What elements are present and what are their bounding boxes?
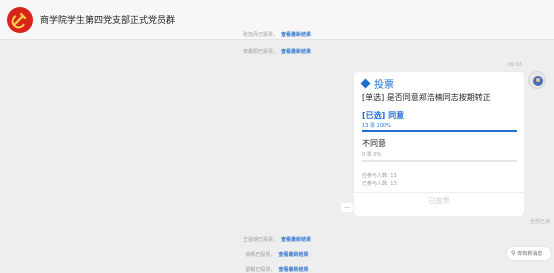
notice-text: 王盈瑞已投票，: [242, 237, 278, 243]
voted-button[interactable]: 已投票: [354, 196, 524, 206]
group-avatar[interactable]: [7, 7, 33, 33]
divider: [354, 192, 524, 193]
poll-option-stat: 0 票 0%: [362, 152, 382, 158]
system-notice: 邵毅已投票， 查看最新结果: [0, 266, 554, 273]
notice-text: 张旭丹已投票，: [242, 32, 278, 38]
poll-option-stat: 13 票 100%: [362, 123, 391, 129]
view-result-link[interactable]: 查看最新结果: [279, 267, 309, 273]
read-status: 全部已读: [529, 219, 550, 225]
new-message-label: 你有新消息: [517, 251, 543, 257]
more-options-button[interactable]: …: [341, 203, 353, 212]
poll-progress-bar: [362, 130, 517, 132]
notice-text: 余帆已投票，: [245, 252, 276, 258]
poll-diamond-icon: [360, 78, 371, 89]
group-title: 商学院学生第四党支部正式党员群: [40, 16, 176, 26]
poll-question: [单选] 是否同意郑浩楠同志按期转正: [362, 93, 491, 102]
system-notice: 王盈瑞已投票， 查看最新结果: [0, 236, 554, 243]
view-result-link[interactable]: 查看最新结果: [281, 237, 311, 243]
poll-card[interactable]: 投票 [单选] 是否同意郑浩楠同志按期转正 [已选] 同意 13 票 100% …: [354, 72, 524, 216]
view-result-link[interactable]: 查看最新结果: [279, 252, 309, 258]
view-result-link[interactable]: 查看最新结果: [281, 49, 311, 55]
system-notice: 余帆已投票， 查看最新结果: [0, 251, 554, 258]
location-pin-icon: ⚲: [511, 250, 516, 257]
poll-heading: 投票: [360, 76, 394, 91]
participated-count: 已参与人数: 13: [362, 181, 397, 187]
poll-option-disagree[interactable]: 不同意: [362, 138, 386, 149]
view-result-link[interactable]: 查看最新结果: [281, 32, 311, 38]
system-notice: 张旭丹已投票， 查看最新结果: [0, 31, 554, 38]
poll-progress-bar: [362, 160, 517, 162]
message-time: 09:03: [507, 62, 522, 68]
new-message-button[interactable]: ⚲ 你有新消息: [507, 247, 551, 260]
user-avatar-icon: [533, 76, 543, 86]
poll-progress-fill: [362, 130, 517, 132]
notice-text: 宋鑫阳已投票，: [242, 49, 278, 55]
self-avatar[interactable]: [528, 71, 546, 89]
poll-option-agree[interactable]: [已选] 同意: [362, 110, 404, 121]
poll-heading-label: 投票: [374, 80, 394, 91]
party-emblem-icon: [11, 12, 27, 29]
notice-text: 邵毅已投票，: [245, 267, 276, 273]
should-participate-count: 应参与人数: 13: [362, 173, 397, 179]
system-notice: 宋鑫阳已投票， 查看最新结果: [0, 48, 554, 55]
